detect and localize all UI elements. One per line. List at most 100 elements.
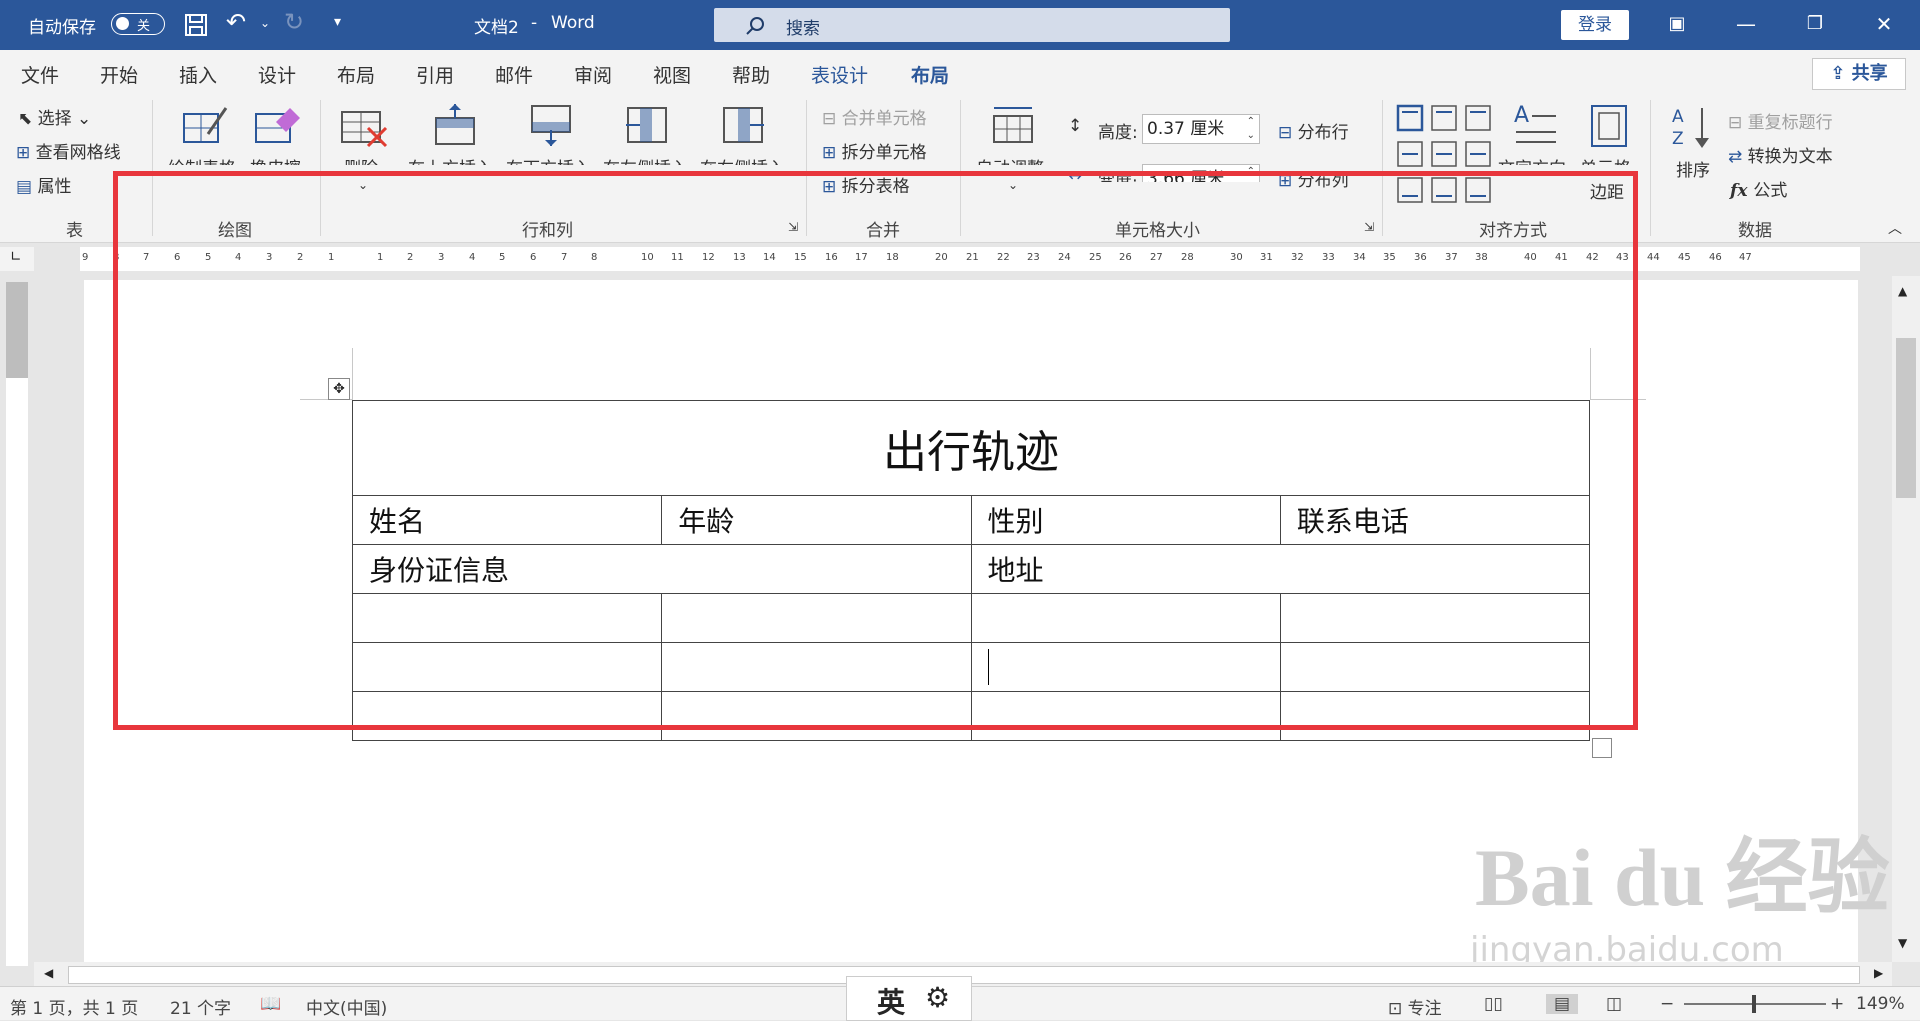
search-placeholder: 搜索	[786, 19, 820, 39]
select-button[interactable]: ⬉ 选择 ⌄	[18, 104, 91, 129]
insert-below-icon[interactable]	[528, 102, 574, 148]
autofit-icon[interactable]	[990, 102, 1036, 146]
autosave-toggle[interactable]: 关	[111, 13, 165, 35]
ime-mode[interactable]: 英	[877, 981, 905, 1021]
scroll-up-icon[interactable]: ▲	[1898, 284, 1907, 298]
redo-icon: ↻	[284, 8, 305, 36]
autosave-state: 关	[137, 19, 151, 34]
focus-label: 专注	[1407, 999, 1442, 1019]
merge-cells-label: 合并单元格	[841, 109, 927, 129]
repeat-header-icon: ⊟	[1728, 113, 1748, 133]
tab-help[interactable]: 帮助	[732, 61, 770, 88]
tab-layout-page[interactable]: 布局	[337, 61, 375, 88]
minimize-icon[interactable]: —	[1734, 12, 1758, 36]
tab-references[interactable]: 引用	[416, 61, 454, 88]
merge-cells-button: ⊟ 合并单元格	[822, 104, 927, 129]
insert-left-icon[interactable]	[624, 102, 670, 148]
ruler-tick-label: 45	[1678, 252, 1691, 263]
share-label: 共享	[1851, 63, 1888, 84]
split-cells-icon: ⊞	[822, 143, 842, 163]
select-label: 选择	[37, 109, 72, 129]
focus-button[interactable]: ⊡ 专注	[1388, 994, 1442, 1019]
sort-label[interactable]: 排序	[1676, 156, 1710, 181]
share-icon: ⇪	[1830, 63, 1852, 84]
zoom-in-icon[interactable]: +	[1830, 994, 1844, 1014]
scroll-right-icon[interactable]: ▶	[1874, 966, 1883, 980]
tab-home[interactable]: 开始	[100, 61, 138, 88]
insert-above-icon[interactable]	[432, 102, 478, 148]
distribute-rows-label: 分布行	[1297, 123, 1349, 143]
zoom-level[interactable]: 149%	[1856, 994, 1905, 1014]
tab-file[interactable]: 文件	[21, 61, 59, 88]
svg-text:A: A	[1672, 107, 1684, 127]
view-gridlines-button[interactable]: ⊞ 查看网格线	[16, 138, 121, 163]
vertical-scrollbar[interactable]: ▲ ▼	[1892, 276, 1920, 962]
repeat-header-label: 重复标题行	[1747, 113, 1833, 133]
select-icon: ⬉	[18, 109, 38, 129]
page-count[interactable]: 第 1 页，共 1 页	[10, 994, 138, 1019]
zoom-slider-thumb[interactable]	[1752, 995, 1756, 1013]
restore-icon[interactable]: ❐	[1803, 12, 1827, 36]
zoom-out-icon[interactable]: −	[1660, 994, 1674, 1014]
language[interactable]: 中文(中国)	[306, 994, 387, 1019]
distribute-rows-button[interactable]: ⊟ 分布行	[1278, 118, 1349, 143]
ribbon-display-icon[interactable]: ▣	[1665, 12, 1689, 36]
read-mode-icon[interactable]: ▯▯	[1484, 994, 1503, 1014]
tab-review[interactable]: 审阅	[574, 61, 612, 88]
ruler-tick-label: 44	[1647, 252, 1660, 263]
tab-table-design[interactable]: 表设计	[811, 61, 868, 88]
delete-icon[interactable]	[340, 106, 390, 148]
distribute-rows-icon: ⊟	[1278, 123, 1298, 143]
tab-design[interactable]: 设计	[258, 61, 296, 88]
vertical-scroll-thumb[interactable]	[1896, 338, 1916, 498]
ime-bar[interactable]: 英 ⚙	[846, 976, 972, 1021]
split-cells-button[interactable]: ⊞ 拆分单元格	[822, 138, 927, 163]
svg-text:Z: Z	[1672, 129, 1684, 149]
properties-label: 属性	[37, 177, 72, 197]
convert-text-button[interactable]: ⇄ 转换为文本	[1728, 142, 1833, 167]
tab-insert[interactable]: 插入	[179, 61, 217, 88]
ribbon-tabs: 文件 开始 插入 设计 布局 引用 邮件 审阅 视图 帮助 表设计 布局	[0, 50, 1920, 97]
title-separator: -	[531, 13, 538, 33]
text-direction-icon[interactable]: A	[1512, 102, 1558, 148]
tab-view[interactable]: 视图	[653, 61, 691, 88]
eraser-icon[interactable]	[254, 104, 300, 146]
split-cells-label: 拆分单元格	[841, 143, 927, 163]
vertical-ruler[interactable]	[0, 276, 34, 966]
draw-table-icon[interactable]	[182, 104, 228, 146]
web-layout-icon[interactable]: ◫	[1606, 994, 1622, 1014]
print-layout-icon[interactable]: ▤	[1546, 994, 1579, 1014]
save-icon[interactable]	[184, 13, 208, 37]
search-box[interactable]: 搜索	[714, 8, 1230, 42]
convert-text-icon: ⇄	[1728, 147, 1748, 167]
sort-icon[interactable]: AZ	[1670, 104, 1716, 150]
height-input[interactable]: 0.37 厘米 ⌃ ⌄	[1142, 114, 1260, 144]
tab-selector[interactable]: ∟	[0, 247, 34, 271]
undo-icon[interactable]: ↶	[226, 8, 246, 36]
share-button[interactable]: ⇪ 共享	[1812, 58, 1906, 90]
scroll-left-icon[interactable]: ◀	[44, 966, 53, 980]
customize-qat-icon[interactable]: ▾	[334, 14, 341, 30]
table-resize-handle[interactable]	[1592, 738, 1612, 758]
close-icon[interactable]: ✕	[1872, 12, 1896, 36]
scroll-down-icon[interactable]: ▼	[1898, 936, 1907, 950]
ime-settings-icon[interactable]: ⚙	[925, 981, 950, 1014]
doc-title: 文档2	[474, 18, 519, 38]
formula-button[interactable]: fx 公式	[1730, 176, 1787, 201]
title-bar: 自动保存 关 ↶ ⌄ ↻ ▾ 文档2 - Word 搜索 登录 ▣ — ❐ ✕	[0, 0, 1920, 50]
tab-table-layout[interactable]: 布局	[911, 61, 950, 97]
cell-margins-icon[interactable]	[1590, 104, 1630, 148]
proofing-icon[interactable]: 📖	[260, 994, 281, 1014]
undo-dropdown-icon[interactable]: ⌄	[260, 16, 270, 30]
repeat-header-button: ⊟ 重复标题行	[1728, 108, 1833, 133]
login-button[interactable]: 登录	[1561, 10, 1629, 40]
height-spinner-icon[interactable]: ⌃ ⌄	[1247, 115, 1255, 143]
insert-right-icon[interactable]	[720, 102, 766, 148]
height-value: 0.37 厘米	[1147, 119, 1225, 139]
word-count[interactable]: 21 个字	[170, 994, 231, 1019]
properties-icon: ▤	[16, 177, 38, 197]
height-icon: ↕	[1068, 116, 1083, 136]
collapse-ribbon-icon[interactable]: ︿	[1888, 218, 1902, 238]
properties-button[interactable]: ▤ 属性	[16, 172, 71, 197]
tab-mailings[interactable]: 邮件	[495, 61, 533, 88]
